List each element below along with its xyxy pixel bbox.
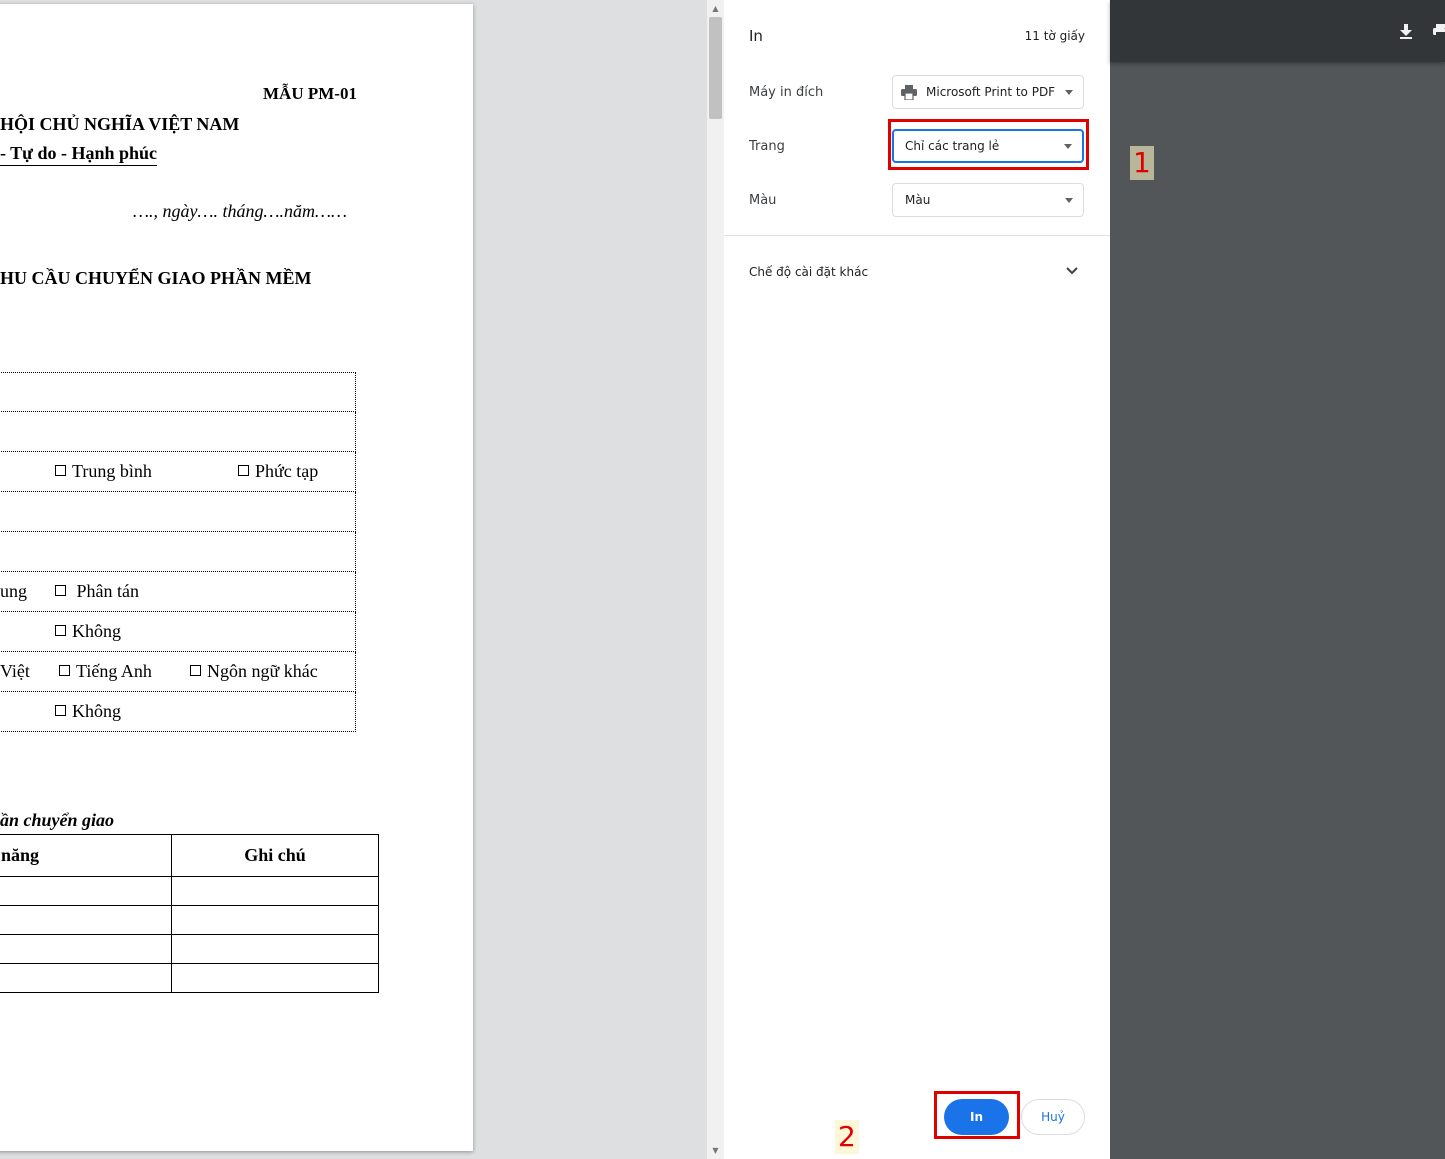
chevron-down-icon[interactable] — [1066, 267, 1078, 275]
form-row: Không — [0, 692, 356, 732]
option-ung: ung — [0, 581, 27, 601]
dropdown-caret-icon — [1065, 198, 1073, 203]
print-preview: MẪU PM-01 HỘI CHỦ NGHĨA VIỆT NAM - Tự do… — [0, 0, 707, 1159]
more-settings-toggle[interactable]: Chế độ cài đặt khác — [749, 265, 868, 279]
print-button[interactable]: In — [944, 1099, 1009, 1135]
option-khong: Không — [55, 701, 121, 722]
printer-icon — [901, 85, 917, 100]
table-row — [0, 876, 379, 906]
motto-line: - Tự do - Hạnh phúc — [0, 143, 158, 166]
document-title: HU CẦU CHUYỂN GIAO PHẦN MỀM — [0, 268, 312, 288]
form-row — [0, 532, 356, 572]
form-row: Việt Tiếng Anh Ngôn ngữ khác — [0, 652, 356, 692]
form-row — [0, 372, 356, 412]
color-select[interactable]: Màu — [892, 183, 1084, 217]
option-phan-tan: Phân tán — [55, 581, 139, 602]
annotation-marker-2: 2 — [835, 1120, 859, 1154]
print-icon[interactable] — [1433, 24, 1445, 39]
table-row — [0, 905, 379, 935]
table-header-row: năng Ghi chú — [0, 834, 379, 877]
sheet-count: 11 tờ giấy — [1024, 29, 1085, 43]
more-settings-label: Chế độ cài đặt khác — [749, 265, 869, 279]
panel-divider — [724, 235, 1110, 236]
scroll-up-arrow-icon[interactable]: ▲ — [707, 0, 724, 17]
scroll-down-arrow-icon[interactable]: ▼ — [707, 1142, 724, 1159]
preview-page: MẪU PM-01 HỘI CHỦ NGHĨA VIỆT NAM - Tự do… — [0, 4, 473, 1151]
cancel-button[interactable]: Huỷ — [1021, 1099, 1085, 1135]
destination-select[interactable]: Microsoft Print to PDF — [892, 75, 1084, 109]
checkbox-icon — [55, 705, 66, 716]
nation-line: HỘI CHỦ NGHĨA VIỆT NAM — [0, 114, 240, 134]
option-tieng-anh: Tiếng Anh — [59, 661, 152, 682]
annotation-marker-1: 1 — [1130, 146, 1154, 180]
table-row — [0, 934, 379, 964]
destination-label: Máy in đích — [749, 85, 824, 100]
scroll-thumb[interactable] — [709, 17, 722, 119]
checkbox-icon — [190, 665, 201, 676]
color-label: Màu — [749, 193, 777, 208]
form-row — [0, 492, 356, 532]
section-label: ần chuyển giao — [0, 810, 115, 830]
preview-scrollbar[interactable]: ▲ ▼ — [707, 0, 724, 1159]
form-row: ung Phân tán — [0, 572, 356, 612]
destination-value: Microsoft Print to PDF — [926, 85, 1056, 99]
form-row: Trung bình Phức tạp — [0, 452, 356, 492]
option-ngon-ngu-khac: Ngôn ngữ khác — [190, 661, 318, 682]
form-code: MẪU PM-01 — [263, 84, 357, 103]
form-row: Không — [0, 612, 356, 652]
pages-label: Trang — [749, 139, 785, 154]
dropdown-caret-icon — [1065, 90, 1073, 95]
option-trung-binh: Trung bình — [55, 461, 152, 482]
checkbox-icon — [55, 585, 66, 596]
viewer-toolbar — [1110, 0, 1445, 62]
checkbox-icon — [55, 625, 66, 636]
table-header-cell: Ghi chú — [171, 834, 379, 877]
form-row — [0, 412, 356, 452]
date-line: …., ngày…. tháng….năm…… — [133, 201, 348, 221]
transfer-table: năng Ghi chú — [0, 834, 379, 993]
download-icon[interactable] — [1399, 24, 1413, 39]
checkbox-icon — [55, 465, 66, 476]
print-settings-panel: In 11 tờ giấy Máy in đích Microsoft Prin… — [724, 0, 1110, 1159]
option-viet: Việt — [0, 661, 30, 681]
panel-title: In — [749, 27, 763, 45]
option-khong: Không — [55, 621, 121, 642]
pdf-viewer-background: 1 — [1110, 0, 1445, 1159]
table-row — [0, 963, 379, 993]
checkbox-icon — [59, 665, 70, 676]
checkbox-icon — [238, 465, 249, 476]
option-phuc-tap: Phức tạp — [238, 461, 318, 482]
table-header-cell: năng — [0, 834, 172, 877]
color-value: Màu — [905, 193, 931, 207]
highlight-box-pages — [888, 119, 1089, 170]
